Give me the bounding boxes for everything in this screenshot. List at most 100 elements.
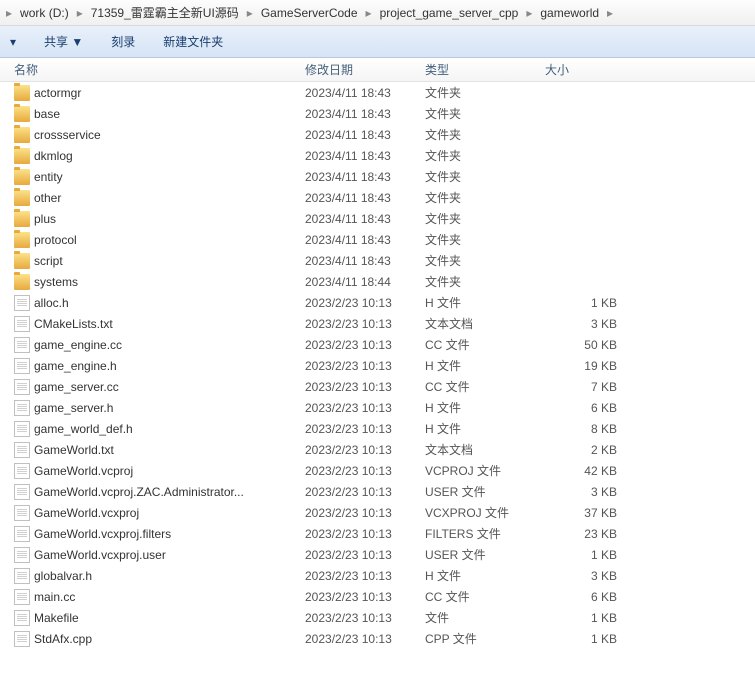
file-row[interactable]: other2023/4/11 18:43文件夹 [0, 187, 755, 208]
file-size: 2 KB [545, 443, 635, 457]
file-date: 2023/2/23 10:13 [305, 422, 425, 436]
chevron-down-icon: ▼ [71, 35, 83, 49]
file-date: 2023/4/11 18:43 [305, 128, 425, 142]
toolbar-separator: ▾ [10, 35, 16, 49]
file-date: 2023/2/23 10:13 [305, 359, 425, 373]
file-row[interactable]: CMakeLists.txt2023/2/23 10:13文本文档3 KB [0, 313, 755, 334]
file-icon [14, 568, 30, 584]
file-type: USER 文件 [425, 483, 545, 500]
file-row[interactable]: GameWorld.vcxproj2023/2/23 10:13VCXPROJ … [0, 502, 755, 523]
file-date: 2023/2/23 10:13 [305, 317, 425, 331]
file-date: 2023/2/23 10:13 [305, 485, 425, 499]
file-icon [14, 589, 30, 605]
chevron-right-icon: ▸ [4, 6, 14, 20]
file-name: Makefile [34, 611, 305, 625]
chevron-right-icon: ▸ [364, 6, 374, 20]
file-date: 2023/2/23 10:13 [305, 569, 425, 583]
file-icon [14, 421, 30, 437]
file-date: 2023/4/11 18:43 [305, 254, 425, 268]
file-type: CC 文件 [425, 336, 545, 353]
file-type: 文件夹 [425, 189, 545, 206]
column-header-type[interactable]: 类型 [425, 61, 545, 78]
folder-icon [14, 211, 30, 227]
breadcrumb[interactable]: ▸ work (D:) ▸ 71359_雷霆霸主全新UI源码 ▸ GameSer… [0, 0, 755, 26]
file-size: 19 KB [545, 359, 635, 373]
toolbar: ▾ 共享 ▼ 刻录 新建文件夹 [0, 26, 755, 58]
file-row[interactable]: GameWorld.vcxproj.user2023/2/23 10:13USE… [0, 544, 755, 565]
file-type: CC 文件 [425, 378, 545, 395]
file-row[interactable]: game_engine.cc2023/2/23 10:13CC 文件50 KB [0, 334, 755, 355]
file-icon [14, 358, 30, 374]
file-name: dkmlog [34, 149, 305, 163]
file-type: 文件夹 [425, 84, 545, 101]
file-type: CC 文件 [425, 588, 545, 605]
file-row[interactable]: game_server.h2023/2/23 10:13H 文件6 KB [0, 397, 755, 418]
breadcrumb-item[interactable]: work (D:) [14, 6, 75, 20]
breadcrumb-item[interactable]: GameServerCode [255, 6, 364, 20]
folder-icon [14, 274, 30, 290]
folder-icon [14, 232, 30, 248]
file-size: 1 KB [545, 632, 635, 646]
file-row[interactable]: GameWorld.vcproj.ZAC.Administrator...202… [0, 481, 755, 502]
file-size: 7 KB [545, 380, 635, 394]
file-row[interactable]: globalvar.h2023/2/23 10:13H 文件3 KB [0, 565, 755, 586]
file-row[interactable]: GameWorld.vcxproj.filters2023/2/23 10:13… [0, 523, 755, 544]
file-icon [14, 379, 30, 395]
file-row[interactable]: StdAfx.cpp2023/2/23 10:13CPP 文件1 KB [0, 628, 755, 649]
chevron-right-icon: ▸ [605, 6, 615, 20]
file-size: 37 KB [545, 506, 635, 520]
file-list: actormgr2023/4/11 18:43文件夹base2023/4/11 … [0, 82, 755, 649]
file-row[interactable]: actormgr2023/4/11 18:43文件夹 [0, 82, 755, 103]
file-row[interactable]: game_server.cc2023/2/23 10:13CC 文件7 KB [0, 376, 755, 397]
file-row[interactable]: GameWorld.txt2023/2/23 10:13文本文档2 KB [0, 439, 755, 460]
file-size: 6 KB [545, 401, 635, 415]
file-row[interactable]: Makefile2023/2/23 10:13文件1 KB [0, 607, 755, 628]
file-type: 文件夹 [425, 252, 545, 269]
file-type: VCPROJ 文件 [425, 462, 545, 479]
file-date: 2023/2/23 10:13 [305, 611, 425, 625]
file-date: 2023/2/23 10:13 [305, 527, 425, 541]
file-row[interactable]: alloc.h2023/2/23 10:13H 文件1 KB [0, 292, 755, 313]
file-row[interactable]: crossservice2023/4/11 18:43文件夹 [0, 124, 755, 145]
file-row[interactable]: protocol2023/4/11 18:43文件夹 [0, 229, 755, 250]
file-type: H 文件 [425, 399, 545, 416]
file-name: game_engine.h [34, 359, 305, 373]
file-icon [14, 442, 30, 458]
file-row[interactable]: game_engine.h2023/2/23 10:13H 文件19 KB [0, 355, 755, 376]
file-date: 2023/4/11 18:43 [305, 170, 425, 184]
column-header-name[interactable]: 名称 [0, 61, 305, 78]
breadcrumb-item[interactable]: 71359_雷霆霸主全新UI源码 [85, 4, 245, 21]
folder-icon [14, 127, 30, 143]
file-type: 文件夹 [425, 168, 545, 185]
file-icon [14, 337, 30, 353]
file-row[interactable]: base2023/4/11 18:43文件夹 [0, 103, 755, 124]
file-icon [14, 484, 30, 500]
file-row[interactable]: main.cc2023/2/23 10:13CC 文件6 KB [0, 586, 755, 607]
chevron-right-icon: ▸ [524, 6, 534, 20]
file-name: alloc.h [34, 296, 305, 310]
file-name: GameWorld.vcxproj [34, 506, 305, 520]
file-name: entity [34, 170, 305, 184]
column-header-size[interactable]: 大小 [545, 61, 635, 78]
file-size: 1 KB [545, 611, 635, 625]
new-folder-button[interactable]: 新建文件夹 [163, 33, 223, 50]
burn-button[interactable]: 刻录 [111, 33, 135, 50]
file-size: 3 KB [545, 569, 635, 583]
file-row[interactable]: script2023/4/11 18:43文件夹 [0, 250, 755, 271]
breadcrumb-item[interactable]: project_game_server_cpp [374, 6, 525, 20]
file-date: 2023/2/23 10:13 [305, 548, 425, 562]
folder-icon [14, 148, 30, 164]
file-row[interactable]: dkmlog2023/4/11 18:43文件夹 [0, 145, 755, 166]
file-row[interactable]: entity2023/4/11 18:43文件夹 [0, 166, 755, 187]
file-row[interactable]: game_world_def.h2023/2/23 10:13H 文件8 KB [0, 418, 755, 439]
file-date: 2023/4/11 18:43 [305, 233, 425, 247]
file-size: 50 KB [545, 338, 635, 352]
column-header-date[interactable]: 修改日期 [305, 61, 425, 78]
file-row[interactable]: systems2023/4/11 18:44文件夹 [0, 271, 755, 292]
file-type: 文件夹 [425, 147, 545, 164]
file-row[interactable]: plus2023/4/11 18:43文件夹 [0, 208, 755, 229]
breadcrumb-item[interactable]: gameworld [534, 6, 605, 20]
share-button[interactable]: 共享 ▼ [44, 33, 83, 50]
file-date: 2023/2/23 10:13 [305, 443, 425, 457]
file-row[interactable]: GameWorld.vcproj2023/2/23 10:13VCPROJ 文件… [0, 460, 755, 481]
